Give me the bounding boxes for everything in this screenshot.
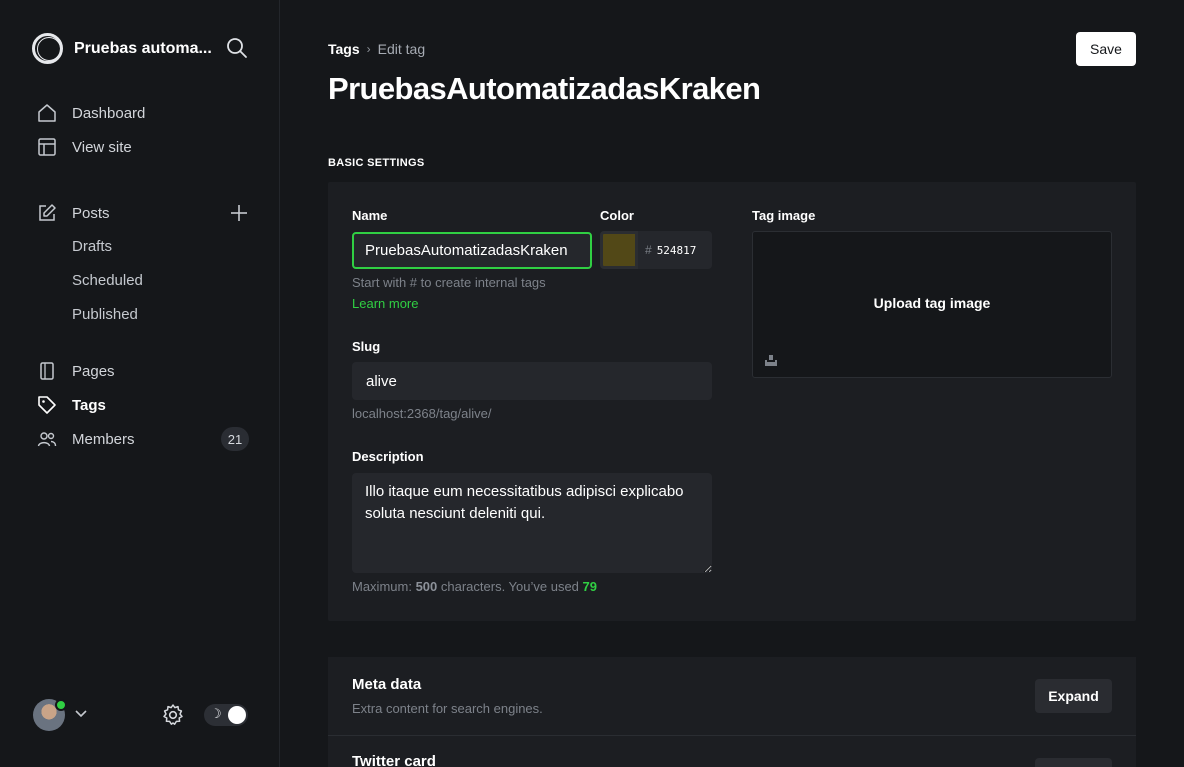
tag-image-label: Tag image	[752, 208, 816, 223]
sidebar-item-label: Members	[72, 430, 135, 448]
color-label: Color	[600, 208, 634, 223]
sidebar-item-pages[interactable]: Pages	[36, 360, 115, 382]
divider	[328, 735, 1136, 736]
color-swatch[interactable]	[600, 231, 638, 269]
sidebar-item-published[interactable]: Published	[72, 306, 138, 323]
moon-icon: ☽	[210, 706, 222, 721]
sidebar-item-dashboard[interactable]: Dashboard	[36, 102, 145, 124]
tag-image-upload[interactable]: Upload tag image	[752, 231, 1112, 378]
sidebar-item-tags[interactable]: Tags	[36, 394, 106, 416]
expand-twitter-button[interactable]	[1035, 758, 1112, 767]
description-counter: Maximum: 500 characters. You’ve used 79	[352, 579, 597, 594]
chevron-down-icon[interactable]	[74, 707, 88, 721]
theme-toggle[interactable]: ☽	[204, 704, 248, 726]
sidebar-item-label: View site	[72, 138, 132, 156]
layout-icon	[36, 136, 58, 158]
members-count-badge: 21	[221, 427, 249, 451]
toggle-knob	[228, 706, 246, 724]
description-field[interactable]: Illo itaque eum necessitatibus adipisci …	[352, 473, 712, 573]
sidebar-item-posts[interactable]: Posts	[36, 202, 110, 224]
slug-label: Slug	[352, 339, 381, 354]
color-hex-field[interactable]: # 524817	[638, 231, 712, 269]
add-post-icon[interactable]	[228, 202, 250, 224]
site-brand[interactable]: Pruebas automa...	[32, 33, 212, 64]
counter-max: 500	[415, 579, 438, 594]
description-label: Description	[352, 449, 424, 464]
site-logo	[32, 33, 63, 64]
site-title: Pruebas automa...	[74, 39, 212, 57]
color-hex-value: 524817	[656, 243, 697, 257]
name-hint: Start with # to create internal tags	[352, 275, 546, 290]
sidebar-item-label: Tags	[72, 396, 106, 414]
save-button[interactable]: Save	[1076, 32, 1136, 66]
name-label: Name	[352, 208, 388, 223]
edit-icon	[36, 202, 58, 224]
gear-icon[interactable]	[161, 703, 185, 727]
sidebar-item-label: Dashboard	[72, 104, 146, 122]
counter-used: 79	[582, 579, 597, 594]
upload-tag-image-label: Upload tag image	[873, 295, 991, 311]
meta-data-subtitle: Extra content for search engines.	[352, 701, 543, 716]
counter-mid: characters. You’ve used	[437, 579, 583, 594]
sidebar-item-label: Posts	[72, 204, 110, 222]
hash-symbol: #	[645, 243, 652, 257]
search-icon[interactable]	[226, 37, 248, 59]
slug-field[interactable]	[352, 362, 712, 400]
upload-icon	[764, 353, 778, 367]
twitter-card-title: Twitter card	[352, 753, 436, 767]
slug-url: localhost:2368/tag/alive/	[352, 406, 492, 421]
sidebar-item-view-site[interactable]: View site	[36, 136, 132, 158]
breadcrumb: Tags › Edit tag	[328, 41, 425, 57]
online-status-dot	[55, 699, 67, 711]
sidebar-item-label: Pages	[72, 362, 115, 380]
learn-more-link[interactable]: Learn more	[352, 296, 418, 311]
pages-icon	[36, 360, 58, 382]
sidebar-item-drafts[interactable]: Drafts	[72, 238, 112, 255]
breadcrumb-current: Edit tag	[377, 41, 426, 57]
meta-data-title: Meta data	[352, 676, 422, 693]
sidebar-item-scheduled[interactable]: Scheduled	[72, 272, 143, 289]
sidebar-item-members[interactable]: Members	[36, 428, 135, 450]
home-icon	[36, 102, 58, 124]
counter-prefix: Maximum:	[352, 579, 416, 594]
expand-meta-button[interactable]: Expand	[1035, 679, 1112, 713]
chevron-right-icon: ›	[366, 42, 371, 56]
page-title: PruebasAutomatizadasKraken	[328, 71, 761, 106]
name-field[interactable]	[352, 232, 592, 269]
tag-icon	[36, 394, 58, 416]
section-label-basic-settings: BASIC SETTINGS	[328, 157, 425, 169]
breadcrumb-tags-link[interactable]: Tags	[328, 41, 360, 57]
members-icon	[36, 428, 58, 450]
sidebar: Pruebas automa... Dashboard View site Po…	[0, 0, 280, 767]
